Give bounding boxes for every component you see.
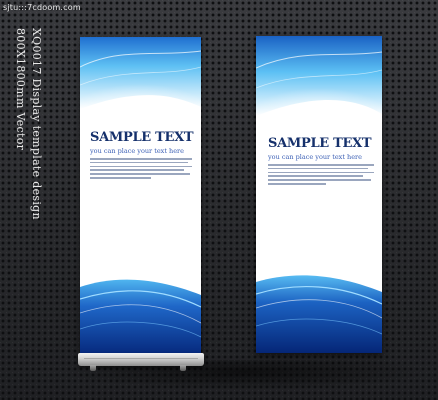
banner-left-background [80, 37, 201, 355]
stand-foot-left [90, 365, 96, 371]
side-caption: XQ0017 Display template design 800X1800m… [12, 28, 44, 220]
banner-right-background [256, 36, 382, 353]
banner-right-content: SAMPLE TEXT you can place your text here [256, 136, 382, 185]
side-caption-line-1: XQ0017 Display template design [30, 28, 43, 220]
banner-left-body-text [90, 158, 192, 179]
banner-left-subtitle: you can place your text here [90, 147, 185, 155]
banner-right: SAMPLE TEXT you can place your text here [256, 36, 382, 353]
watermark-text: sjtu:::7cdoom.com [3, 3, 81, 12]
banner-left-title: SAMPLE TEXT [90, 130, 194, 145]
banner-right-subtitle: you can place your text here [268, 153, 363, 161]
side-caption-line-2: 800X1800mm Vector [14, 28, 27, 151]
banner-right-body-text [268, 164, 374, 185]
banner-left: SAMPLE TEXT you can place your text here [80, 37, 201, 355]
banner-right-title: SAMPLE TEXT [268, 136, 372, 151]
banner-left-content: SAMPLE TEXT you can place your text here [80, 130, 201, 179]
stand-foot-right [180, 365, 186, 371]
